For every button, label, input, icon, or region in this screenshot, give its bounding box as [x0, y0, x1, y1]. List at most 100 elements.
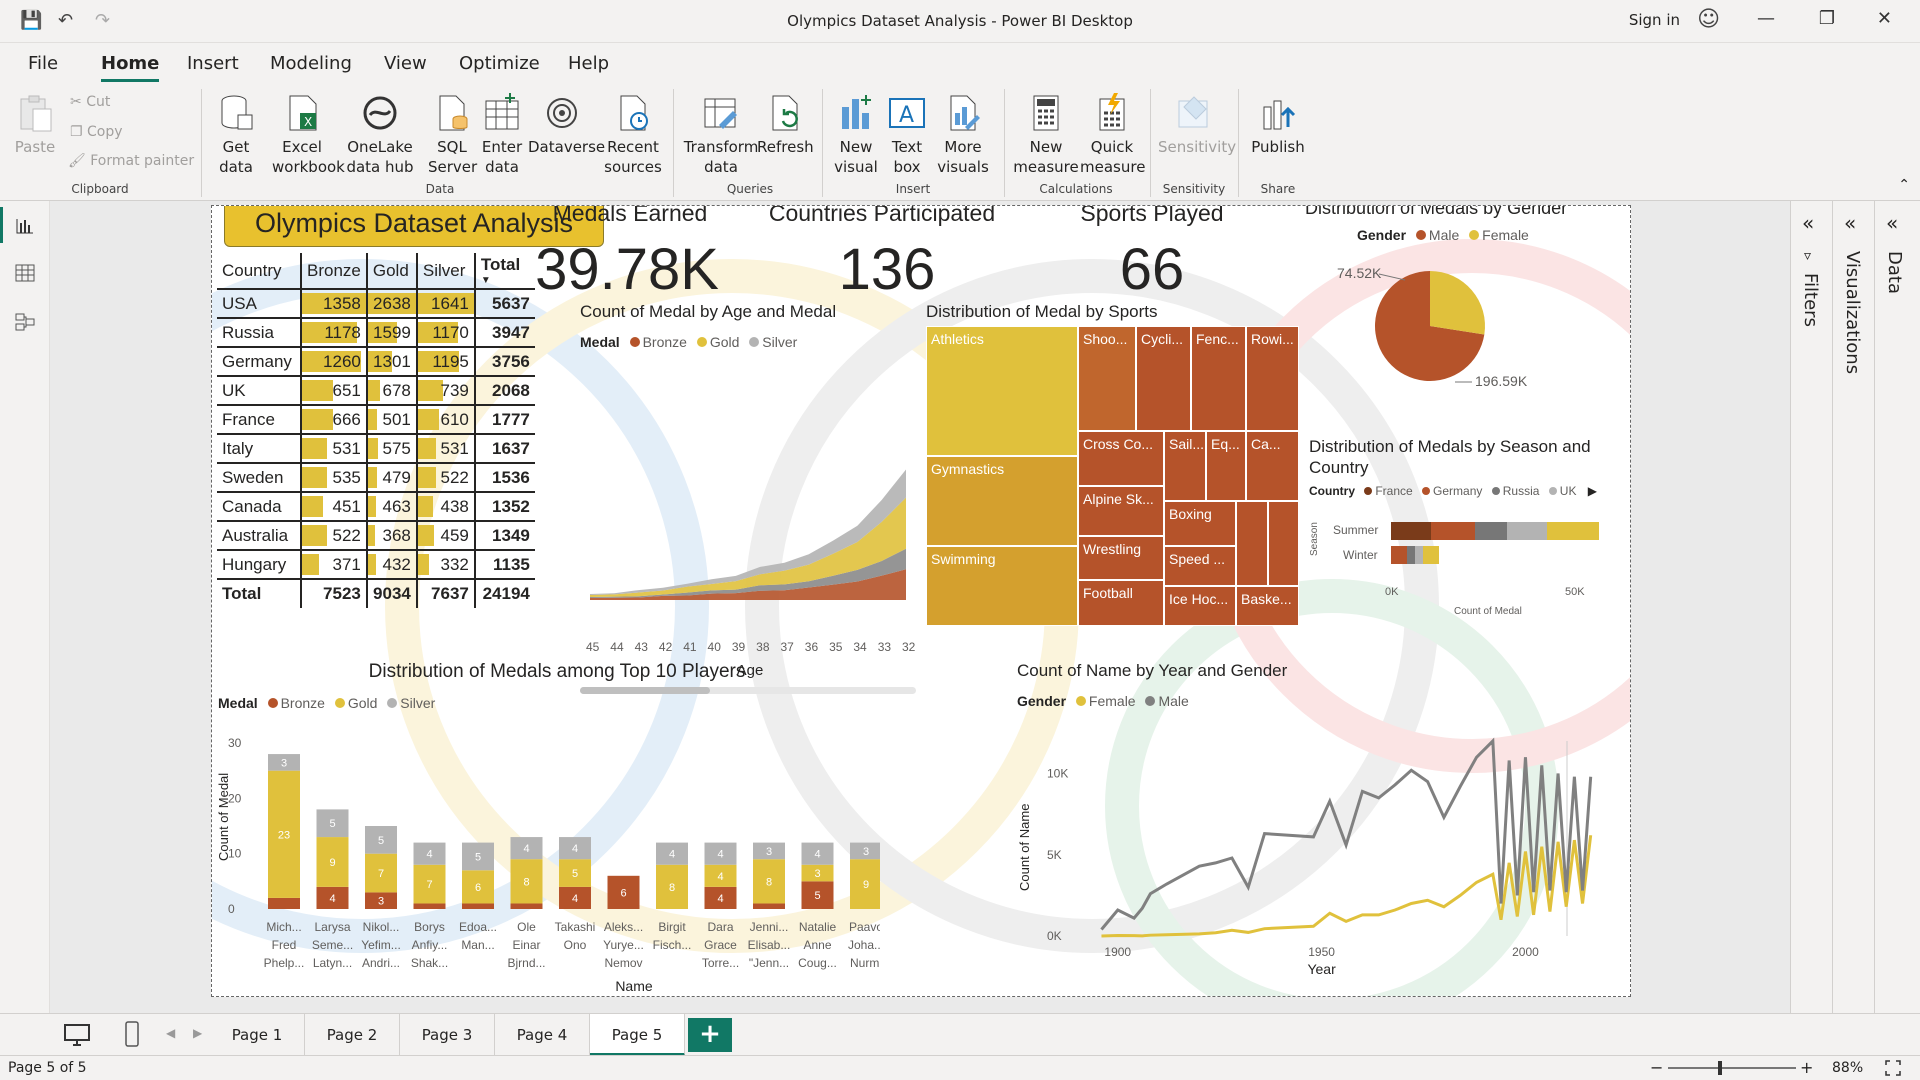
treemap-tile[interactable]: Cycli...: [1136, 326, 1191, 431]
recent-sources-button[interactable]: Recent sources: [600, 93, 666, 177]
expand-filters-icon[interactable]: «: [1802, 211, 1814, 235]
bar-segment[interactable]: [753, 903, 785, 909]
sensitivity-button[interactable]: Sensitivity: [1158, 93, 1236, 157]
top-players-chart[interactable]: Distribution of Medals among Top 10 Play…: [214, 661, 880, 996]
bar-segment[interactable]: [510, 903, 543, 909]
collapse-ribbon-icon[interactable]: ⌃: [1898, 177, 1910, 193]
treemap-tile[interactable]: Wrestling: [1078, 536, 1164, 580]
minimize-button[interactable]: —: [1757, 8, 1775, 29]
onelake-button[interactable]: OneLake data hub: [333, 93, 427, 177]
table-row[interactable]: France 666 501 610 1777: [217, 405, 535, 435]
table-row[interactable]: UK 651 678 739 2068: [217, 376, 535, 406]
next-page-icon[interactable]: ▶: [193, 1026, 202, 1040]
copy-button[interactable]: ❐ Copy: [70, 124, 123, 140]
table-row[interactable]: Hungary 371 432 332 1135: [217, 550, 535, 580]
new-visual-button[interactable]: New visual: [832, 93, 880, 177]
zoom-slider-thumb[interactable]: [1718, 1061, 1722, 1075]
bar-segment[interactable]: [462, 903, 494, 909]
filters-pane-label[interactable]: Filters: [1800, 273, 1821, 327]
expand-visualizations-icon[interactable]: «: [1844, 211, 1856, 235]
treemap-tile[interactable]: [1268, 501, 1299, 586]
table-row[interactable]: Italy 531 575 531 1637: [217, 434, 535, 464]
prev-page-icon[interactable]: ◀: [166, 1026, 175, 1040]
table-row[interactable]: Canada 451 463 438 1352: [217, 492, 535, 522]
season-country-chart[interactable]: Distribution of Medals by Season and Cou…: [1309, 436, 1629, 636]
age-medal-chart[interactable]: Count of Medal by Age and Medal Medal Br…: [580, 302, 920, 694]
menu-modeling[interactable]: Modeling: [270, 53, 352, 74]
excel-workbook-button[interactable]: X Excel workbook: [272, 93, 345, 177]
medal-table[interactable]: Country Bronze Gold Silver Total ▼ USA 135…: [217, 253, 547, 608]
table-row[interactable]: USA 1358 2638 1641 5637: [217, 289, 535, 319]
zoom-slider[interactable]: [1668, 1061, 1796, 1075]
zoom-in-icon[interactable]: +: [1800, 1058, 1813, 1077]
data-pane-label[interactable]: Data: [1884, 251, 1905, 294]
get-data-button[interactable]: Get data: [210, 93, 262, 177]
tab-page-5[interactable]: Page 5: [590, 1014, 685, 1056]
visualizations-pane-label[interactable]: Visualizations: [1842, 251, 1863, 374]
treemap-tile[interactable]: [1236, 501, 1268, 586]
bar-segment[interactable]: [268, 897, 300, 909]
zoom-out-icon[interactable]: −: [1650, 1058, 1663, 1077]
column-header-gold[interactable]: Gold: [366, 253, 418, 290]
treemap-tile[interactable]: Sail...: [1164, 431, 1206, 501]
treemap-tile[interactable]: Ca...: [1246, 431, 1299, 501]
menu-view[interactable]: View: [384, 53, 427, 74]
treemap-tile[interactable]: Athletics: [926, 326, 1078, 456]
desktop-layout-icon[interactable]: [64, 1023, 90, 1047]
menu-help[interactable]: Help: [568, 53, 609, 74]
treemap-tile[interactable]: Alpine Sk...: [1078, 486, 1164, 536]
sign-in-button[interactable]: Sign in: [1629, 11, 1680, 29]
treemap-tile[interactable]: Ice Hoc...: [1164, 586, 1236, 626]
column-header-bronze[interactable]: Bronze: [301, 253, 368, 290]
cut-button[interactable]: ✂ Cut: [70, 94, 110, 110]
menu-home[interactable]: Home: [101, 53, 160, 82]
report-view-icon[interactable]: [15, 217, 35, 235]
format-painter-button[interactable]: 🖌 Format painter: [68, 153, 194, 169]
mobile-layout-icon[interactable]: [124, 1021, 140, 1047]
column-header-silver[interactable]: Silver: [416, 253, 476, 290]
pie-slice[interactable]: [1430, 271, 1485, 335]
refresh-button[interactable]: Refresh: [757, 93, 814, 157]
publish-button[interactable]: Publish: [1248, 93, 1308, 157]
fit-to-page-icon[interactable]: [1885, 1060, 1901, 1076]
add-page-button[interactable]: +: [688, 1018, 732, 1052]
table-row[interactable]: Australia 522 368 459 1349: [217, 521, 535, 551]
tab-page-1[interactable]: Page 1: [210, 1014, 305, 1056]
year-gender-chart[interactable]: Count of Name by Year and Gender Gender …: [1017, 661, 1617, 996]
paste-button[interactable]: Paste: [14, 93, 56, 157]
table-view-icon[interactable]: [15, 264, 35, 282]
text-box-button[interactable]: A Text box: [884, 93, 930, 177]
close-button[interactable]: ✕: [1877, 8, 1892, 29]
treemap-tile[interactable]: Speed ...: [1164, 546, 1236, 586]
treemap-tile[interactable]: Gymnastics: [926, 456, 1078, 546]
treemap-tile[interactable]: Shoo...: [1078, 326, 1136, 431]
bar-segment[interactable]: [413, 903, 446, 909]
column-header-country[interactable]: Country: [217, 253, 302, 290]
model-view-icon[interactable]: [15, 313, 35, 331]
treemap-tile[interactable]: Eq...: [1206, 431, 1246, 501]
new-measure-button[interactable]: New measure: [1012, 93, 1080, 177]
dataverse-button[interactable]: Dataverse: [528, 93, 605, 157]
table-row[interactable]: Germany 1260 1301 1195 3756: [217, 347, 535, 377]
expand-data-icon[interactable]: «: [1886, 211, 1898, 235]
treemap-tile[interactable]: Baske...: [1236, 586, 1299, 626]
tab-page-2[interactable]: Page 2: [305, 1014, 400, 1056]
table-row[interactable]: Sweden 535 479 522 1536: [217, 463, 535, 493]
transform-data-button[interactable]: Transform data: [683, 93, 759, 177]
treemap-tile[interactable]: Cross Co...: [1078, 431, 1164, 486]
tab-page-3[interactable]: Page 3: [400, 1014, 495, 1056]
treemap-tile[interactable]: Football: [1078, 580, 1164, 626]
more-visuals-button[interactable]: More visuals: [932, 93, 994, 177]
treemap-tile[interactable]: Rowi...: [1246, 326, 1299, 431]
tab-page-4[interactable]: Page 4: [495, 1014, 590, 1056]
menu-file[interactable]: File: [28, 53, 58, 74]
treemap-tile[interactable]: Swimming: [926, 546, 1078, 626]
table-row[interactable]: Russia 1178 1599 1170 3947: [217, 318, 535, 348]
restore-button[interactable]: ❐: [1819, 8, 1835, 29]
gender-pie-chart[interactable]: Distribution of Medals by Gender Gender …: [1305, 206, 1625, 408]
menu-insert[interactable]: Insert: [187, 53, 239, 74]
treemap-tile[interactable]: Boxing: [1164, 501, 1236, 546]
treemap-tile[interactable]: Fenc...: [1191, 326, 1246, 431]
legend-next-icon[interactable]: ▶: [1588, 484, 1597, 498]
sql-server-button[interactable]: SQL Server: [428, 93, 477, 177]
